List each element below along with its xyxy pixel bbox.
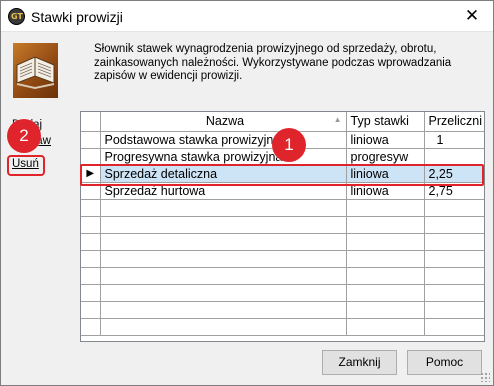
empty-cell — [100, 318, 347, 336]
close-button[interactable]: Zamknij — [322, 350, 397, 375]
rate-type-cell[interactable]: progresyw — [346, 148, 425, 166]
empty-row — [81, 250, 484, 268]
empty-cell — [346, 267, 425, 285]
help-button[interactable]: Pomoc — [407, 350, 482, 375]
empty-cell — [424, 233, 484, 251]
rate-multiplier-cell[interactable]: 1 — [424, 131, 484, 149]
empty-cell — [100, 284, 347, 302]
delete-link-highlight — [7, 155, 45, 176]
empty-row — [81, 301, 484, 319]
step-badge-2: 2 — [7, 119, 41, 153]
empty-cell — [100, 199, 347, 217]
sort-ascending-icon: ▲ — [333, 115, 342, 124]
row-indicator — [81, 318, 101, 336]
empty-cell — [100, 233, 347, 251]
empty-cell — [424, 267, 484, 285]
empty-row — [81, 318, 484, 336]
empty-cell — [424, 318, 484, 336]
row-indicator — [81, 284, 101, 302]
empty-cell — [346, 250, 425, 268]
empty-cell — [100, 301, 347, 319]
empty-cell — [346, 284, 425, 302]
empty-cell — [100, 250, 347, 268]
grid-header-indicator — [81, 112, 101, 132]
column-header-name[interactable]: Nazwa ▲ — [100, 112, 347, 132]
empty-cell — [424, 250, 484, 268]
rate-multiplier-cell[interactable] — [424, 148, 484, 166]
step-badge-1: 1 — [272, 128, 306, 162]
empty-cell — [100, 267, 347, 285]
row-indicator — [81, 233, 101, 251]
book-icon — [13, 43, 58, 98]
row-indicator — [81, 301, 101, 319]
row-indicator — [81, 216, 101, 234]
row-indicator — [81, 148, 101, 166]
empty-row — [81, 216, 484, 234]
empty-cell — [424, 301, 484, 319]
empty-cell — [346, 301, 425, 319]
dictionary-description: Słownik stawek wynagrodzenia prowizyjneg… — [94, 43, 452, 82]
empty-cell — [346, 318, 425, 336]
empty-row — [81, 199, 484, 217]
app-icon: GT — [8, 8, 25, 25]
column-header-multiplier[interactable]: Przeliczni — [424, 112, 484, 132]
empty-cell — [346, 233, 425, 251]
empty-row — [81, 233, 484, 251]
empty-row — [81, 267, 484, 285]
title-bar[interactable]: GT Stawki prowizji ✕ — [1, 1, 493, 32]
empty-cell — [424, 284, 484, 302]
dialog-window: GT Stawki prowizji ✕ Słownik stawek wyna… — [0, 0, 494, 386]
empty-cell — [100, 216, 347, 234]
empty-row — [81, 284, 484, 302]
column-header-name-label: Nazwa — [205, 114, 245, 129]
rate-type-cell[interactable]: liniowa — [346, 131, 425, 149]
empty-cell — [424, 216, 484, 234]
window-title: Stawki prowizji — [31, 9, 123, 25]
rate-name-cell[interactable]: Podstawowa stawka prowizyjna — [100, 131, 347, 149]
row-indicator — [81, 199, 101, 217]
row-indicator — [81, 267, 101, 285]
resize-grip-icon[interactable] — [480, 372, 490, 382]
selected-row-highlight — [80, 164, 484, 186]
row-indicator — [81, 131, 101, 149]
empty-cell — [346, 199, 425, 217]
column-header-type[interactable]: Typ stawki — [346, 112, 425, 132]
book-icon-graphic — [16, 56, 55, 89]
close-icon[interactable]: ✕ — [451, 1, 493, 31]
empty-cell — [424, 199, 484, 217]
rate-name-cell[interactable]: Progresywna stawka prowizyjna — [100, 148, 347, 166]
app-icon-letters: GT — [11, 12, 23, 21]
row-indicator — [81, 250, 101, 268]
empty-cell — [346, 216, 425, 234]
